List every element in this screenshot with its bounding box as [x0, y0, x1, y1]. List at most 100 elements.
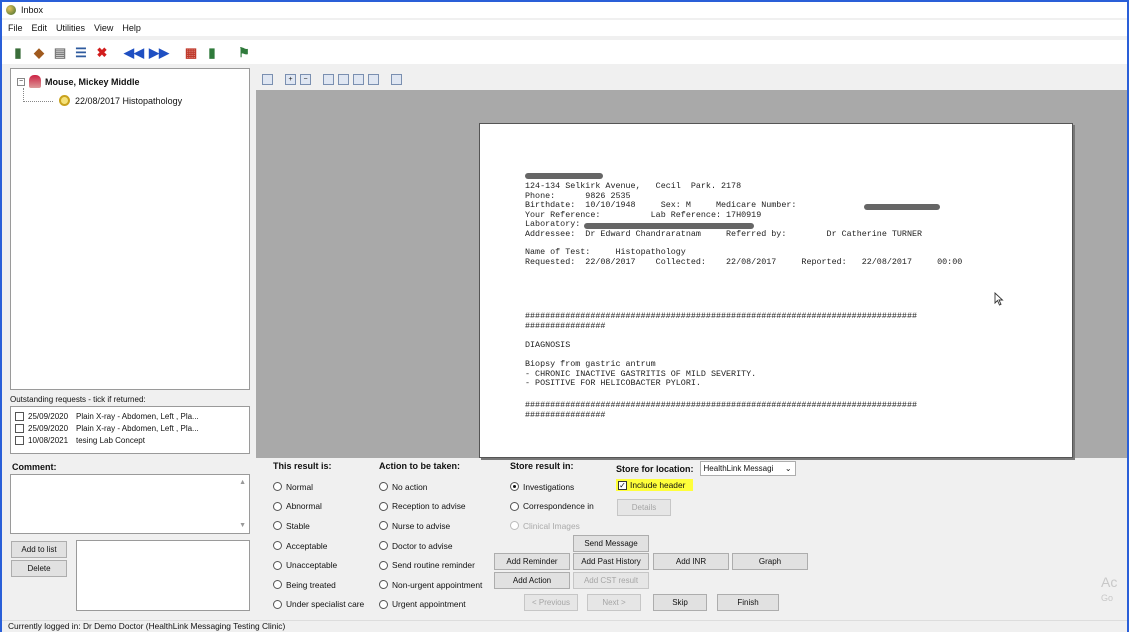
checkbox[interactable] — [15, 411, 24, 421]
radio-correspondence-in[interactable]: Correspondence in — [510, 497, 594, 517]
main-toolbar: ▮ ◆ ▤ ☰ ✖ ◀◀ ▶▶ ▦ ▮ ⚑ — [2, 40, 1127, 64]
radio-urgent-appointment[interactable]: Urgent appointment — [379, 595, 482, 615]
location-select[interactable]: HealthLink Messagi ⌄ — [699, 461, 796, 476]
radio-button[interactable] — [273, 501, 282, 511]
comment-textarea[interactable]: ▲ ▼ — [10, 474, 250, 534]
radio-acceptable[interactable]: Acceptable — [273, 536, 364, 556]
menu-file[interactable]: File — [8, 23, 23, 33]
menu-view[interactable]: View — [94, 23, 113, 33]
tree-result-node[interactable]: 22/08/2017 Histopathology — [59, 95, 182, 106]
radio-nurse-to-advise[interactable]: Nurse to advise — [379, 516, 482, 536]
radio-button[interactable] — [273, 541, 282, 551]
radio-no-action[interactable]: No action — [379, 477, 482, 497]
checkbox[interactable] — [15, 423, 24, 433]
radio-button[interactable] — [379, 482, 388, 492]
radio-button[interactable] — [510, 501, 519, 511]
store-in-group: Store result in: Investigations Correspo… — [510, 461, 594, 536]
add-inr-button[interactable]: Add INR — [653, 553, 729, 570]
zoom-in-icon[interactable]: + — [285, 73, 296, 85]
transfer-icon[interactable]: ◆ — [31, 44, 47, 60]
radio-button[interactable] — [379, 501, 388, 511]
add-cst-result-button[interactable]: Add CST result — [573, 572, 649, 589]
watermark-line: Go — [1101, 593, 1114, 603]
radio-under-specialist-care[interactable]: Under specialist care — [273, 595, 364, 615]
radio-doctor-to-advise[interactable]: Doctor to advise — [379, 536, 482, 556]
add-action-button[interactable]: Add Action — [494, 572, 570, 589]
next-button[interactable]: Next > — [587, 594, 641, 611]
checkmark-icon[interactable]: ✓ — [618, 480, 627, 490]
radio-button[interactable] — [273, 560, 282, 570]
print-icon[interactable] — [391, 73, 402, 85]
previous-icon[interactable]: ◀◀ — [124, 44, 144, 60]
next-icon[interactable]: ▶▶ — [149, 44, 169, 60]
radio-button[interactable] — [379, 560, 388, 570]
radio-button[interactable] — [379, 599, 388, 609]
fit-page-icon[interactable] — [323, 73, 334, 85]
radio-button[interactable] — [379, 580, 388, 590]
radio-send-routine-reminder[interactable]: Send routine reminder — [379, 555, 482, 575]
radio-non-urgent-appointment[interactable]: Non-urgent appointment — [379, 575, 482, 595]
exit-icon[interactable]: ⚑ — [236, 44, 252, 60]
mouse-cursor-icon — [994, 292, 1004, 306]
include-header-checkbox[interactable]: ✓ Include header — [616, 479, 694, 491]
document-stack-icon[interactable]: ▤ — [52, 44, 68, 60]
add-past-history-button[interactable]: Add Past History — [573, 553, 649, 570]
save-icon[interactable] — [368, 73, 379, 85]
radio-button[interactable] — [379, 521, 388, 531]
radio-button[interactable] — [273, 521, 282, 531]
scroll-up-icon[interactable]: ▲ — [239, 479, 246, 486]
scroll-down-icon[interactable]: ▼ — [239, 522, 246, 529]
radio-button[interactable] — [273, 599, 282, 609]
radio-button[interactable] — [273, 580, 282, 590]
menu-utilities[interactable]: Utilities — [56, 23, 85, 33]
add-reminder-button[interactable]: Add Reminder — [494, 553, 570, 570]
list-item[interactable]: 10/08/2021 tesing Lab Concept — [15, 434, 245, 446]
radio-button — [510, 521, 519, 531]
request-text: Plain X-ray - Abdomen, Left , Pla... — [76, 423, 199, 433]
radio-label: Under specialist care — [286, 599, 365, 610]
two-page-icon[interactable] — [353, 73, 364, 85]
radio-button[interactable] — [273, 482, 282, 492]
radio-label: Unacceptable — [286, 560, 338, 571]
radio-reception-to-advise[interactable]: Reception to advise — [379, 497, 482, 517]
collapse-icon[interactable]: − — [17, 77, 25, 86]
fit-width-icon[interactable] — [338, 73, 349, 85]
send-message-button[interactable]: Send Message — [573, 535, 649, 552]
radio-stable[interactable]: Stable — [273, 516, 364, 536]
radio-normal[interactable]: Normal — [273, 477, 364, 497]
calendar-icon[interactable]: ▦ — [183, 44, 199, 60]
radio-label: Non-urgent appointment — [392, 579, 483, 590]
delete-button[interactable]: Delete — [11, 560, 67, 577]
tree-patient-node[interactable]: − Mouse, Mickey Middle — [17, 75, 140, 88]
comment-list[interactable] — [76, 540, 250, 611]
location-label: Store for location: — [616, 463, 694, 474]
radio-unacceptable[interactable]: Unacceptable — [273, 555, 364, 575]
menu-help[interactable]: Help — [122, 23, 141, 33]
record-icon[interactable]: ▮ — [204, 44, 220, 60]
books-icon[interactable]: ▮ — [10, 44, 26, 60]
list-item[interactable]: 25/09/2020 Plain X-ray - Abdomen, Left ,… — [15, 410, 245, 422]
page-icon[interactable] — [262, 73, 273, 85]
report-laboratory: Laboratory: — [525, 219, 581, 229]
add-to-list-button[interactable]: Add to list — [11, 541, 67, 558]
zoom-out-icon[interactable]: − — [300, 73, 311, 85]
store-in-label: Store result in: — [510, 461, 574, 471]
radio-abnormal[interactable]: Abnormal — [273, 497, 364, 517]
delete-x-icon[interactable]: ✖ — [94, 44, 110, 60]
radio-button[interactable] — [379, 541, 388, 551]
radio-investigations[interactable]: Investigations — [510, 477, 594, 497]
list-icon[interactable]: ☰ — [73, 44, 89, 60]
finish-button[interactable]: Finish — [717, 594, 779, 611]
radio-being-treated[interactable]: Being treated — [273, 575, 364, 595]
request-date: 25/09/2020 — [28, 411, 69, 421]
list-item[interactable]: 25/09/2020 Plain X-ray - Abdomen, Left ,… — [15, 422, 245, 434]
checkbox[interactable] — [15, 435, 24, 445]
previous-button[interactable]: < Previous — [524, 594, 578, 611]
menu-edit[interactable]: Edit — [32, 23, 48, 33]
details-button[interactable]: Details — [617, 499, 671, 516]
skip-button[interactable]: Skip — [653, 594, 707, 611]
radio-button[interactable] — [510, 482, 519, 492]
report-addressee: Addressee: Dr Edward Chandraratnam Refer… — [525, 228, 923, 239]
graph-button[interactable]: Graph — [732, 553, 808, 570]
action-group: Action to be taken: No action Reception … — [379, 461, 482, 614]
